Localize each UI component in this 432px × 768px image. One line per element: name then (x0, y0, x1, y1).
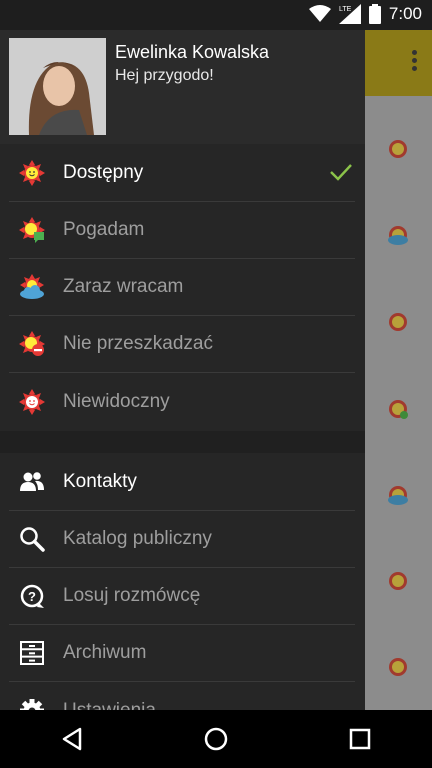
back-icon (62, 727, 82, 751)
checkmark-icon (330, 164, 352, 181)
sun-cloud-icon (20, 274, 44, 299)
avatar[interactable] (9, 38, 106, 135)
menu-label: Kontakty (63, 471, 137, 492)
menu-label: Archiwum (63, 642, 147, 663)
status-bar: LTE 7:00 (0, 0, 432, 30)
recents-button[interactable] (340, 719, 380, 759)
random-chat-icon: ? (20, 584, 44, 608)
clock: 7:00 (388, 4, 422, 23)
contact-status-sun-icon (389, 572, 407, 590)
contact-status-sun-icon (389, 658, 407, 676)
presence-label: Pogadam (63, 219, 145, 240)
profile-status-message[interactable]: Hej przygodo! (115, 67, 214, 85)
main-menu-list: Kontakty Katalog publiczny ? Losuj rozmó… (0, 453, 365, 710)
menu-item-random-chat[interactable]: ? Losuj rozmówcę (0, 567, 365, 624)
presence-label: Nie przeszkadzać (63, 333, 213, 354)
sun-chat-icon (19, 217, 45, 243)
profile-name: Ewelinka Kowalska (115, 42, 270, 62)
sun-smile-icon (19, 160, 45, 186)
presence-label: Dostępny (63, 162, 144, 183)
presence-label: Zaraz wracam (63, 276, 184, 297)
battery-icon (368, 4, 381, 24)
contact-status-sun-icon (389, 313, 407, 331)
menu-label: Ustawienia (63, 700, 156, 710)
menu-item-settings[interactable]: Ustawienia (0, 682, 365, 710)
menu-label: Losuj rozmówcę (63, 585, 201, 606)
presence-item-do-not-disturb[interactable]: Nie przeszkadzać (0, 315, 365, 372)
contact-status-cloud-icon (388, 226, 408, 245)
back-button[interactable] (52, 719, 92, 759)
presence-item-available[interactable]: Dostępny (0, 144, 365, 201)
sun-dnd-icon (19, 331, 45, 356)
home-button[interactable] (196, 719, 236, 759)
wifi-icon (308, 5, 331, 22)
navigation-drawer: Ewelinka Kowalska Hej przygodo! Dostępny (0, 30, 365, 710)
menu-label: Katalog publiczny (63, 528, 212, 549)
contact-status-cloud-icon (388, 486, 408, 505)
lte-signal-icon: LTE (338, 4, 361, 24)
svg-text:LTE: LTE (339, 6, 352, 13)
contact-status-sun-icon (389, 140, 407, 158)
overflow-menu-icon[interactable] (412, 50, 418, 76)
presence-list: Dostępny Pogadam Zaraz wracam Nie przesz… (0, 144, 365, 431)
sun-invisible-icon (19, 389, 45, 415)
archive-icon (20, 641, 44, 665)
drawer-header: Ewelinka Kowalska Hej przygodo! (0, 30, 365, 144)
gear-icon (20, 699, 44, 710)
system-navigation-bar (0, 710, 432, 768)
svg-text:?: ? (28, 589, 36, 604)
presence-item-away[interactable]: Zaraz wracam (0, 258, 365, 315)
presence-label: Niewidoczny (63, 391, 170, 412)
presence-item-chatty[interactable]: Pogadam (0, 201, 365, 258)
menu-item-contacts[interactable]: Kontakty (0, 453, 365, 510)
home-icon (204, 727, 228, 751)
menu-item-archive[interactable]: Archiwum (0, 624, 365, 681)
search-icon (20, 527, 45, 552)
contacts-icon (20, 472, 44, 491)
contact-status-chat-icon (389, 400, 408, 419)
menu-item-public-directory[interactable]: Katalog publiczny (0, 510, 365, 567)
section-separator (0, 431, 365, 453)
presence-item-invisible[interactable]: Niewidoczny (0, 373, 365, 430)
recents-icon (349, 728, 371, 750)
avatar-photo (9, 38, 106, 135)
